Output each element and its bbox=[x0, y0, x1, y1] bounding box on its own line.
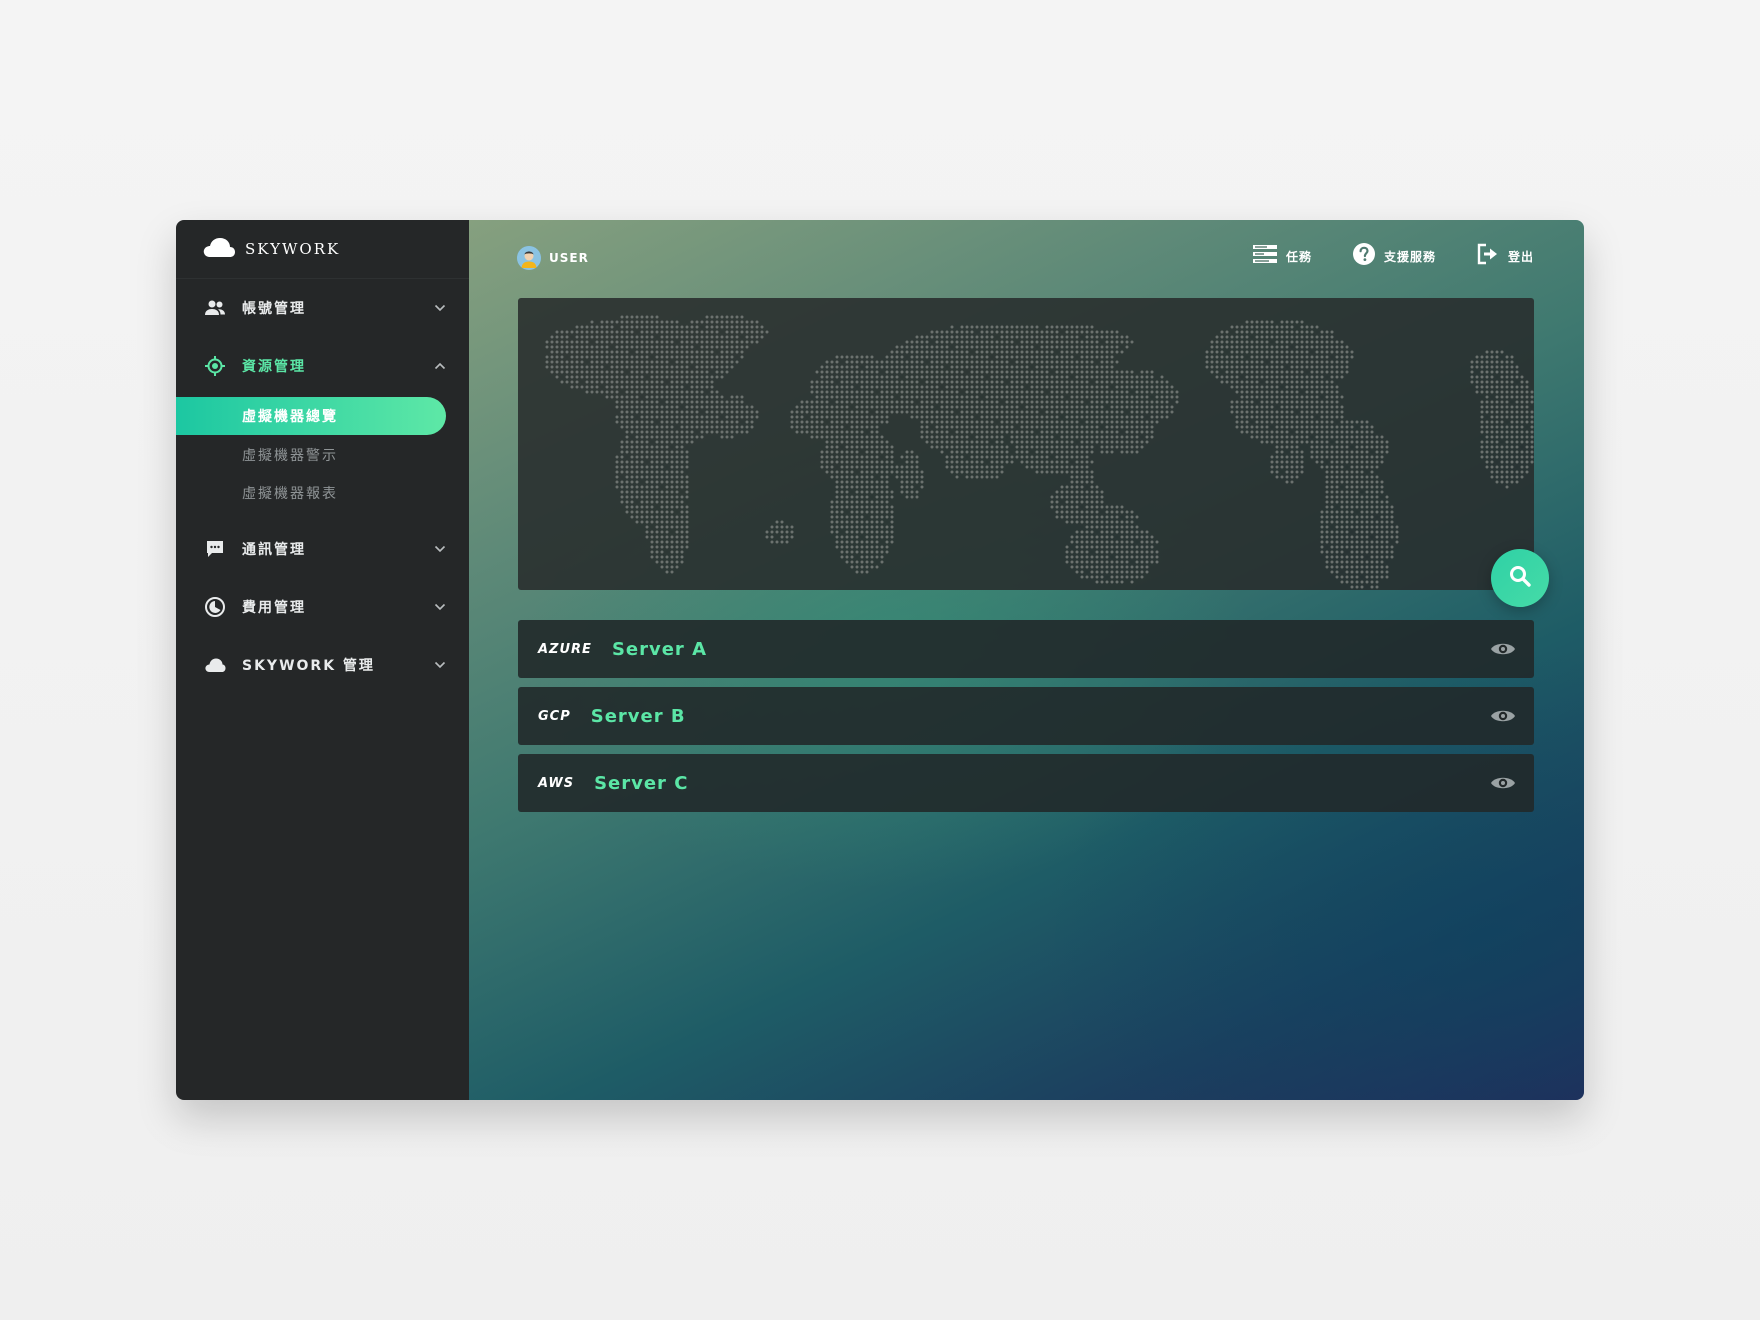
target-icon bbox=[204, 355, 226, 377]
brand-name: SKYWORK bbox=[245, 240, 341, 258]
sidebar-item-resources[interactable]: 資源管理 bbox=[176, 337, 469, 395]
tasks-label: 任務 bbox=[1285, 249, 1312, 264]
sidebar-item-label: 帳號管理 bbox=[242, 301, 306, 317]
server-name: Server A bbox=[611, 638, 708, 660]
logout-label: 登出 bbox=[1507, 249, 1534, 264]
cloud-logo-icon bbox=[202, 235, 236, 263]
cloud-icon bbox=[204, 654, 226, 676]
chevron-down-icon bbox=[433, 600, 447, 614]
top-bar: USER 任務 支援服務 登出 bbox=[469, 220, 1584, 300]
support-button[interactable]: 支援服務 bbox=[1352, 242, 1436, 270]
eye-icon[interactable] bbox=[1490, 636, 1516, 662]
clock-icon bbox=[204, 596, 226, 618]
avatar bbox=[517, 246, 541, 270]
user-profile[interactable]: USER bbox=[517, 246, 589, 270]
sidebar-item-label: 通訊管理 bbox=[242, 542, 306, 558]
submenu-item-vm-reports[interactable]: 虛擬機器報表 bbox=[176, 474, 469, 512]
world-map bbox=[545, 315, 1534, 589]
server-name: Server C bbox=[594, 772, 689, 794]
logout-button[interactable]: 登出 bbox=[1476, 242, 1534, 270]
sidebar-item-account[interactable]: 帳號管理 bbox=[176, 279, 469, 337]
search-icon bbox=[1508, 564, 1532, 592]
user-name: USER bbox=[549, 251, 589, 265]
provider-label: AWS bbox=[538, 775, 575, 791]
support-label: 支援服務 bbox=[1383, 249, 1436, 264]
sidebar-item-label: SKYWORK 管理 bbox=[242, 658, 375, 674]
chevron-down-icon bbox=[433, 542, 447, 556]
server-row[interactable]: AZURE Server A bbox=[518, 620, 1534, 678]
sidebar: SKYWORK 帳號管理 資源管理 虛擬機器總覽 虛擬機器警示 虛擬機器報表 通… bbox=[176, 220, 469, 1100]
server-row[interactable]: AWS Server C bbox=[518, 754, 1534, 812]
submenu-item-vm-overview[interactable]: 虛擬機器總覽 bbox=[176, 397, 446, 435]
provider-label: GCP bbox=[538, 708, 571, 724]
users-icon bbox=[204, 297, 226, 319]
chevron-up-icon bbox=[433, 359, 447, 373]
app-window: SKYWORK 帳號管理 資源管理 虛擬機器總覽 虛擬機器警示 虛擬機器報表 通… bbox=[176, 220, 1584, 1100]
submenu-item-vm-alerts[interactable]: 虛擬機器警示 bbox=[176, 436, 469, 474]
tasks-button[interactable]: 任務 bbox=[1252, 243, 1312, 269]
top-actions: 任務 支援服務 登出 bbox=[1212, 242, 1534, 270]
sidebar-item-skywork[interactable]: SKYWORK 管理 bbox=[176, 636, 469, 694]
brand[interactable]: SKYWORK bbox=[176, 220, 469, 279]
sidebar-item-billing[interactable]: 費用管理 bbox=[176, 578, 469, 636]
help-icon bbox=[1352, 242, 1376, 270]
logout-icon bbox=[1476, 242, 1500, 270]
world-map-panel bbox=[518, 298, 1534, 590]
sidebar-item-label: 費用管理 bbox=[242, 600, 306, 616]
server-list: AZURE Server A GCP Server B AWS Server C bbox=[518, 620, 1534, 821]
sidebar-item-label: 資源管理 bbox=[242, 359, 306, 375]
main-content: USER 任務 支援服務 登出 AZURE Server A GCP Serve… bbox=[469, 220, 1584, 1100]
sidebar-item-messaging[interactable]: 通訊管理 bbox=[176, 520, 469, 578]
server-row[interactable]: GCP Server B bbox=[518, 687, 1534, 745]
eye-icon[interactable] bbox=[1490, 770, 1516, 796]
eye-icon[interactable] bbox=[1490, 703, 1516, 729]
resources-submenu: 虛擬機器總覽 虛擬機器警示 虛擬機器報表 bbox=[176, 395, 469, 520]
chevron-down-icon bbox=[433, 658, 447, 672]
chevron-down-icon bbox=[433, 301, 447, 315]
provider-label: AZURE bbox=[538, 641, 592, 657]
tasks-icon bbox=[1252, 243, 1278, 269]
search-button[interactable] bbox=[1491, 549, 1549, 607]
chat-icon bbox=[204, 538, 226, 560]
server-name: Server B bbox=[590, 705, 686, 727]
